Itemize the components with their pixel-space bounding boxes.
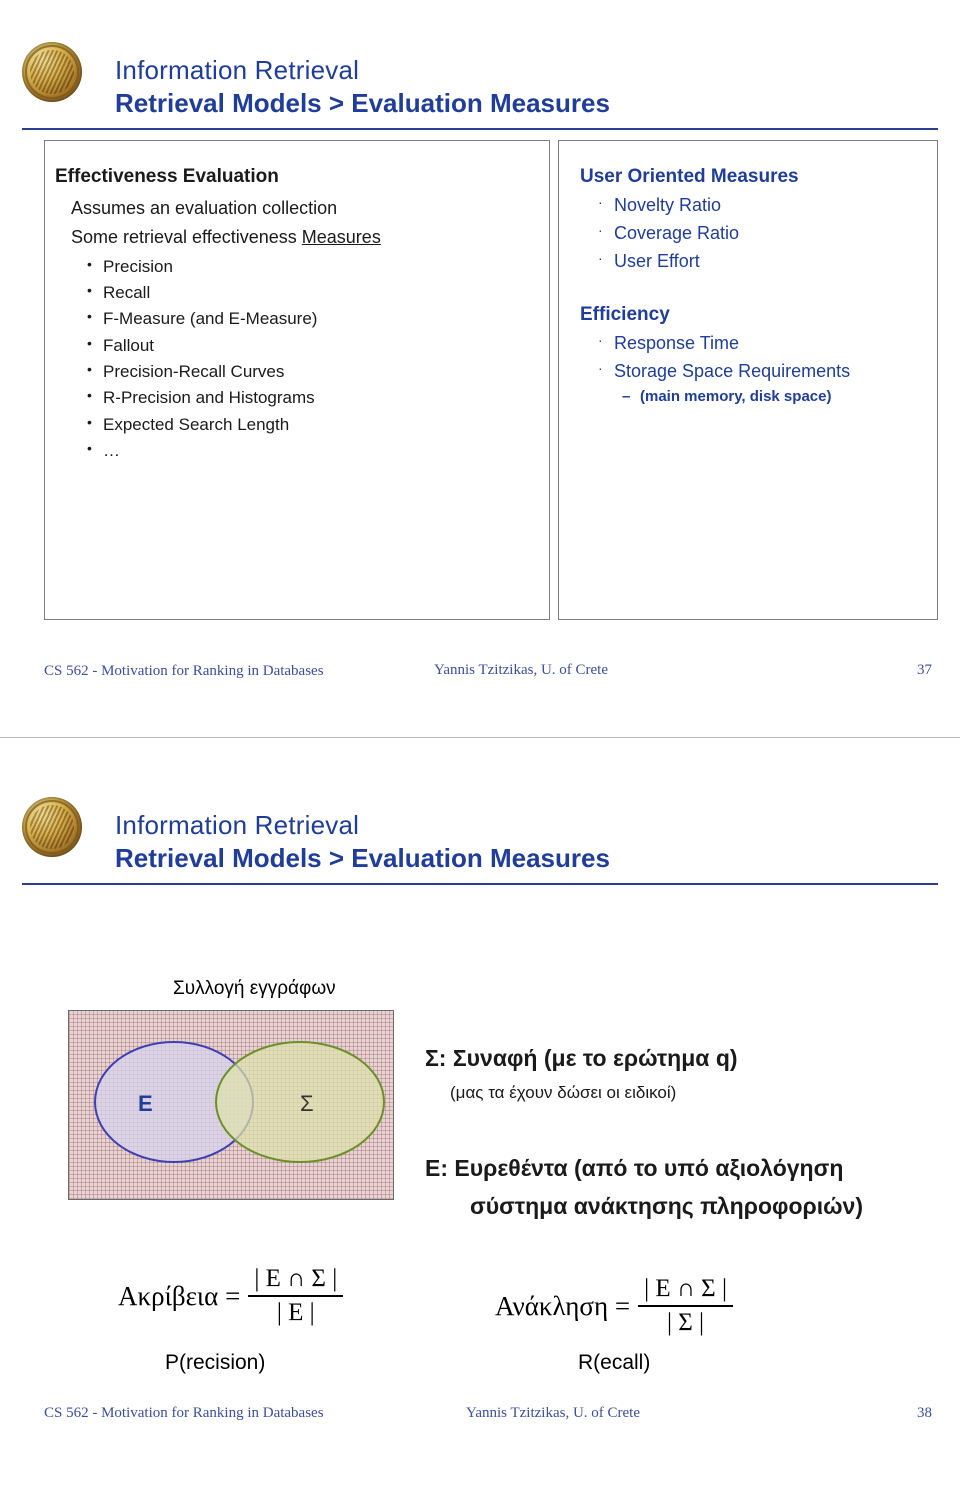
list-item-label: Expected Search Length [103, 414, 290, 434]
user-oriented-measures-heading: User Oriented Measures [580, 166, 799, 187]
slide1-header-line1: Information Retrieval [115, 55, 360, 85]
list-item: • Precision-Recall Curves [87, 359, 525, 385]
efficiency-heading: Efficiency [580, 303, 670, 325]
slide2-header-line2: Retrieval Models > Evaluation Measures [115, 843, 610, 873]
slide-2: Information Retrieval Retrieval Models >… [0, 745, 960, 1489]
list-item: • F-Measure (and E-Measure) [87, 306, 525, 332]
bullet-icon: · [598, 331, 603, 348]
list-item-label: Coverage Ratio [614, 222, 740, 243]
list-item: • Fallout [87, 333, 525, 359]
slide1-page-number: 37 [917, 662, 932, 678]
efficiency-list: · Response Time · Storage Space Requirem… [598, 330, 930, 409]
bullet-icon: • [87, 281, 92, 298]
list-item-label: … [103, 441, 120, 460]
recall-denominator: | Σ | [667, 1309, 705, 1336]
list-item-label: Recall [103, 282, 151, 302]
bullet-icon: · [598, 249, 603, 266]
slide1-footer-left: CS 562 - Motivation for Ranking in Datab… [44, 663, 324, 679]
slide2-footer-center: Yannis Tzitzikas, U. of Crete [466, 1405, 641, 1421]
list-item-label: Response Time [614, 332, 740, 353]
slide2-header-divider [22, 883, 938, 885]
bullet-icon: • [87, 413, 92, 430]
effectiveness-evaluation-heading: Effectiveness Evaluation [55, 166, 279, 187]
recall-fraction: | Ε ∩ Σ | | Σ | [638, 1275, 733, 1337]
list-item: · Novelty Ratio [598, 192, 930, 220]
list-item: • Recall [87, 280, 525, 306]
epsilon-definition-line2: σύστημα ανάκτησης πληροφοριών) [470, 1193, 863, 1219]
precision-fraction: | Ε ∩ Σ | | Ε | [248, 1265, 344, 1327]
slide2-page-number: 38 [917, 1405, 932, 1421]
slide1-right-content: User Oriented Measures · Novelty Ratio ·… [580, 166, 930, 409]
slide1-left-content: Effectiveness Evaluation Assumes an eval… [55, 166, 525, 464]
slide2-header-line1: Information Retrieval [115, 810, 360, 840]
dash-icon: – [622, 388, 631, 406]
list-item-label: R-Precision and Histograms [103, 388, 315, 408]
list-item-label: Precision-Recall Curves [103, 361, 285, 381]
recall-numerator: | Ε ∩ Σ | [644, 1275, 727, 1302]
some-retrieval-measures-prefix: Some retrieval effectiveness [71, 226, 302, 247]
precision-denominator: | Ε | [276, 1299, 315, 1326]
precision-caption: P(recision) [165, 1351, 266, 1374]
list-item: • Precision [87, 254, 525, 280]
list-item: • R-Precision and Histograms [87, 385, 525, 411]
set-label-e: Ε [138, 1091, 153, 1116]
precision-numerator: | Ε ∩ Σ | [254, 1265, 338, 1292]
precision-formula-name: Ακρίβεια = [118, 1280, 241, 1311]
slide-separator [0, 737, 960, 738]
slide1-header-divider [22, 128, 938, 130]
slide-1: Information Retrieval Retrieval Models >… [0, 0, 960, 745]
list-item-label: Precision [103, 256, 173, 276]
recall-caption: R(ecall) [578, 1351, 651, 1374]
set-label-sigma: Σ [300, 1091, 314, 1116]
user-oriented-measures-list: · Novelty Ratio · Coverage Ratio · User … [598, 192, 930, 276]
epsilon-definition-line1: Ε: Ευρεθέντα (από το υπό αξιολόγηση [425, 1155, 844, 1181]
bullet-icon: · [598, 194, 603, 210]
university-seal-logo [22, 797, 82, 857]
slide2-footer-left: CS 562 - Motivation for Ranking in Datab… [44, 1405, 324, 1421]
slide1-header-line2: Retrieval Models > Evaluation Measures [115, 88, 610, 118]
sigma-definition: Σ: Συναφή (με το ερώτημα q) [425, 1045, 738, 1071]
recall-formula-name: Ανάκληση = [495, 1290, 631, 1321]
slide1-footer-center: Yannis Tzitzikas, U. of Crete [434, 662, 609, 678]
bullet-icon: · [598, 221, 603, 238]
some-retrieval-measures-line: Some retrieval effectiveness Measures [71, 223, 525, 252]
bullet-icon: • [87, 387, 92, 404]
recall-formula: Ανάκληση = | Ε ∩ Σ | | Σ | [495, 1275, 733, 1337]
bullet-icon: • [87, 255, 92, 272]
university-seal-logo [22, 42, 82, 102]
bullet-icon: • [87, 308, 92, 325]
list-item: – (main memory, disk space) [622, 385, 930, 408]
precision-formula: Ακρίβεια = | Ε ∩ Σ | | Ε | [118, 1265, 344, 1327]
bullet-icon: • [87, 360, 92, 377]
effectiveness-measures-list: • Precision • Recall • F-Measure (and E-… [87, 254, 525, 465]
list-item: · Response Time [598, 330, 930, 358]
list-item-label: Fallout [103, 335, 155, 355]
list-item: · User Effort [598, 248, 930, 276]
measures-underlined-word: Measures [301, 226, 381, 247]
list-item-label: User Effort [614, 250, 700, 271]
bullet-icon: • [87, 334, 92, 351]
list-item-label: Novelty Ratio [614, 195, 722, 215]
sigma-definition-note: (μας τα έχουν δώσει οι ειδικοί) [450, 1083, 677, 1102]
list-item: • Expected Search Length [87, 412, 525, 438]
list-item: · Coverage Ratio [598, 220, 930, 248]
collection-label: Συλλογή εγγράφων [173, 978, 336, 999]
assumes-evaluation-collection-line: Assumes an evaluation collection [71, 198, 338, 218]
list-item: • … [87, 438, 525, 464]
list-item-label: (main memory, disk space) [640, 388, 832, 406]
bullet-icon: • [87, 440, 92, 456]
bullet-icon: · [598, 359, 603, 376]
list-item-label: F-Measure (and E-Measure) [103, 309, 318, 329]
list-item-label: Storage Space Requirements [614, 360, 851, 381]
list-item: · Storage Space Requirements [598, 358, 930, 386]
